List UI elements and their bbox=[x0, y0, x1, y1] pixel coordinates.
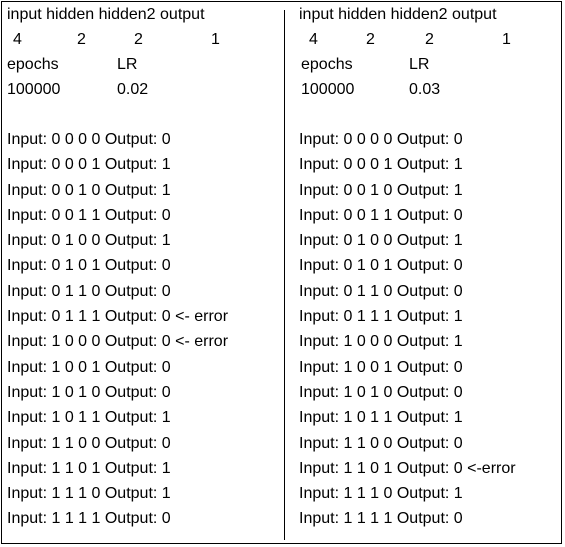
right-lr-value: 0.03 bbox=[409, 81, 441, 98]
left-lr-value: 0.02 bbox=[117, 81, 149, 98]
list-item: Input: 1 1 0 0 Output: 0 bbox=[299, 434, 463, 452]
left-epochs-value: 100000 bbox=[7, 81, 61, 98]
list-item: Input: 0 0 0 0 Output: 0 bbox=[7, 131, 171, 148]
list-item: Input: 1 0 0 0 Output: 0 <- error bbox=[7, 333, 229, 351]
list-item: Input: 0 1 0 1 Output: 0 bbox=[299, 257, 463, 275]
list-item: Input: 1 1 0 0 Output: 0 bbox=[7, 434, 171, 452]
list-item: Input: 0 1 1 1 Output: 0 <- error bbox=[7, 308, 229, 326]
right-lr-label: LR bbox=[409, 56, 430, 73]
list-item: Input: 1 1 1 1 Output: 0 bbox=[7, 510, 171, 528]
left-layer-hidden2: 2 bbox=[134, 31, 143, 48]
left-layer-input: 4 bbox=[13, 31, 22, 48]
list-item: Input: 1 0 1 0 Output: 0 bbox=[299, 383, 463, 401]
list-item: Input: 1 0 0 0 Output: 1 bbox=[299, 333, 463, 351]
list-item: Input: 0 0 0 1 Output: 1 bbox=[7, 156, 171, 174]
list-item: Input: 1 1 0 1 Output: 1 bbox=[7, 459, 171, 477]
list-item: Input: 0 0 1 0 Output: 1 bbox=[7, 181, 171, 199]
list-item: Input: 1 1 0 1 Output: 0 <-error bbox=[299, 459, 516, 477]
right-epochs-label: epochs bbox=[301, 56, 353, 73]
list-item: Input: 0 1 1 0 Output: 0 bbox=[299, 282, 463, 300]
list-item: Input: 1 1 1 0 Output: 1 bbox=[7, 485, 171, 503]
list-item: Input: 0 0 1 1 Output: 0 bbox=[7, 206, 171, 224]
right-layer-hidden2: 2 bbox=[425, 31, 434, 48]
list-item: Input: 0 1 1 0 Output: 0 bbox=[7, 282, 171, 300]
list-item: Input: 1 0 1 0 Output: 0 bbox=[7, 383, 171, 401]
list-item: Input: 0 0 0 1 Output: 1 bbox=[299, 156, 463, 174]
right-layer-output: 1 bbox=[502, 31, 511, 48]
list-item: Input: 0 0 1 1 Output: 0 bbox=[299, 206, 463, 224]
list-item: Input: 0 1 0 1 Output: 0 bbox=[7, 257, 171, 275]
list-item: Input: 0 1 1 1 Output: 1 bbox=[299, 308, 463, 326]
list-item: Input: 1 1 1 0 Output: 1 bbox=[299, 485, 463, 503]
right-epochs-value: 100000 bbox=[301, 81, 355, 98]
right-header: input hidden hidden2 output bbox=[299, 6, 497, 23]
list-item: Input: 1 0 0 1 Output: 0 bbox=[299, 358, 463, 376]
list-item: Input: 1 0 0 1 Output: 0 bbox=[7, 358, 171, 376]
list-item: Input: 0 0 1 0 Output: 1 bbox=[299, 181, 463, 199]
right-layer-hidden: 2 bbox=[366, 31, 375, 48]
right-results-list: Input: 0 0 0 0 Output: 0 Input: 0 0 0 1 … bbox=[299, 130, 516, 535]
results-table: input hidden hidden2 output 4 2 2 1 epoc… bbox=[1, 1, 562, 544]
list-item: Input: 1 0 1 1 Output: 1 bbox=[7, 409, 171, 427]
left-results-list: Input: 0 0 0 0 Output: 0 Input: 0 0 0 1 … bbox=[7, 130, 228, 535]
list-item: Input: 1 0 1 1 Output: 1 bbox=[299, 409, 463, 427]
list-item: Input: 0 1 0 0 Output: 1 bbox=[7, 232, 171, 250]
left-epochs-label: epochs bbox=[7, 56, 59, 73]
left-header: input hidden hidden2 output bbox=[7, 6, 205, 23]
column-divider bbox=[284, 10, 285, 540]
right-layer-input: 4 bbox=[309, 31, 318, 48]
list-item: Input: 0 1 0 0 Output: 1 bbox=[299, 232, 463, 250]
left-layer-hidden: 2 bbox=[77, 31, 86, 48]
left-layer-output: 1 bbox=[211, 31, 220, 48]
list-item: Input: 1 1 1 1 Output: 0 bbox=[299, 510, 463, 528]
list-item: Input: 0 0 0 0 Output: 0 bbox=[299, 131, 463, 148]
left-lr-label: LR bbox=[117, 56, 138, 73]
